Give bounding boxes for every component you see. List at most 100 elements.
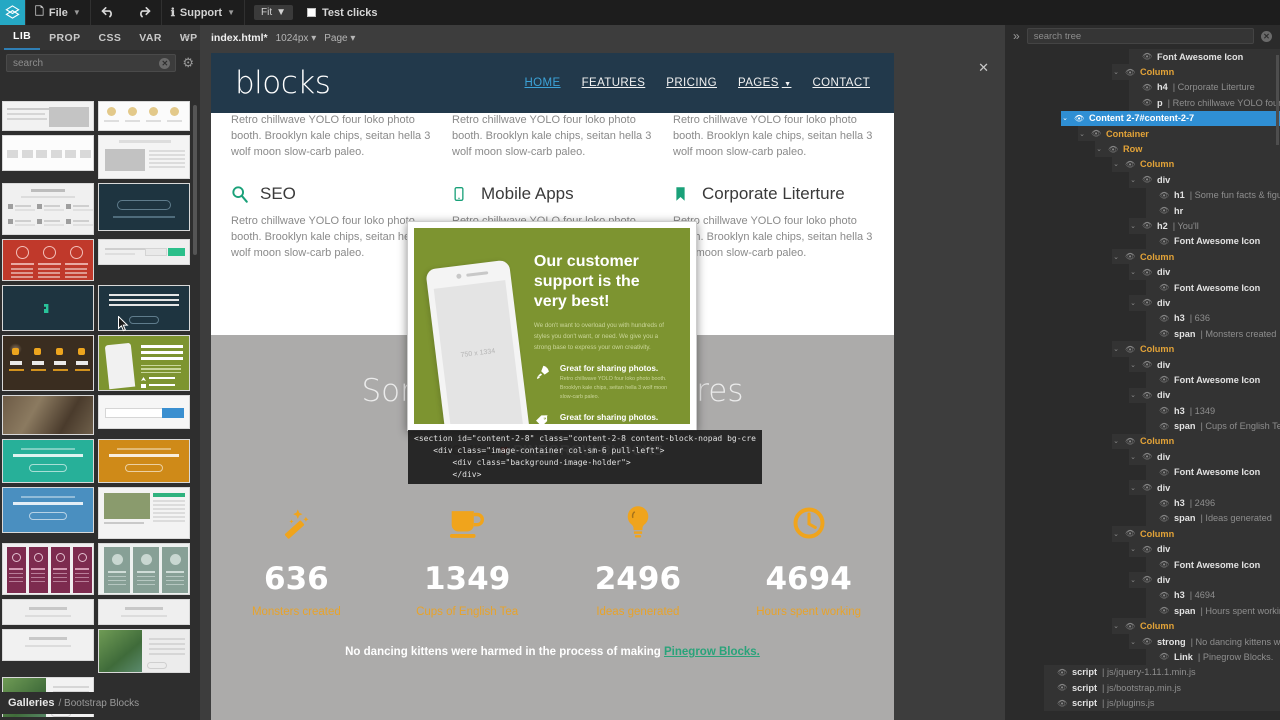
eye-icon[interactable]: 👁 bbox=[1125, 252, 1135, 261]
tree-node[interactable]: ⌄ 👁 div bbox=[1005, 449, 1280, 465]
tree-node[interactable]: 👁 script | js/jquery-1.11.1.min.js bbox=[1005, 664, 1280, 681]
tree-node[interactable]: 👁 Font Awesome Icon bbox=[1005, 372, 1280, 388]
thumbnail-green-customer-support-block[interactable] bbox=[98, 335, 190, 391]
tree-search-input[interactable]: search tree bbox=[1026, 28, 1254, 44]
tree-node[interactable]: ⌄ 👁 div bbox=[1005, 541, 1280, 557]
tree-node[interactable]: 👁 h4 | Corporate Literture bbox=[1005, 79, 1280, 96]
thumbnail-image-text-block[interactable] bbox=[98, 629, 190, 673]
tree-node[interactable]: 👁 Font Awesome Icon bbox=[1005, 233, 1280, 250]
thumbnail-purple-cards-block[interactable] bbox=[2, 543, 94, 595]
chevron-down-icon[interactable]: ⌄ bbox=[1129, 638, 1137, 646]
drag-block-preview[interactable]: 750 x 1334 Our customer support is the v… bbox=[407, 221, 697, 431]
nav-link-home[interactable]: HOME bbox=[524, 77, 560, 89]
tree-node[interactable]: ⌄ 👁 div bbox=[1005, 387, 1280, 403]
tree-node-body[interactable]: 👁 Font Awesome Icon bbox=[1146, 279, 1280, 296]
tree-node-body[interactable]: 👁 h3 | 1349 bbox=[1146, 402, 1280, 419]
tree-node-body[interactable]: 👁 h4 | Corporate Literture bbox=[1129, 79, 1280, 96]
block-thumbnail-list[interactable] bbox=[0, 101, 195, 717]
chevron-down-icon[interactable]: ⌄ bbox=[1112, 345, 1120, 353]
tree-node[interactable]: 👁 span | Monsters created bbox=[1005, 326, 1280, 342]
tree-node[interactable]: 👁 Font Awesome Icon bbox=[1005, 464, 1280, 480]
gear-icon[interactable]: ⚙ bbox=[182, 55, 194, 71]
eye-icon[interactable]: 👁 bbox=[1159, 606, 1169, 615]
tree-node-body[interactable]: ⌄ 👁 Column bbox=[1112, 249, 1280, 265]
chevron-down-icon[interactable]: ⌄ bbox=[1112, 437, 1120, 445]
eye-icon[interactable]: 👁 bbox=[1074, 114, 1084, 123]
eye-icon[interactable]: 👁 bbox=[1159, 237, 1169, 246]
eye-icon[interactable]: 👁 bbox=[1159, 375, 1169, 384]
thumbnail-teal-banner-block[interactable] bbox=[2, 439, 94, 483]
tree-node[interactable]: ⌄ 👁 div bbox=[1005, 479, 1280, 496]
tree-node[interactable]: ⌄ 👁 Column bbox=[1005, 618, 1280, 634]
tree-node[interactable]: 👁 span | Cups of English Tea bbox=[1005, 418, 1280, 434]
tree-node-body[interactable]: 👁 span | Ideas generated bbox=[1146, 510, 1280, 527]
tree-node-body[interactable]: ⌄ 👁 h2 | You'll bbox=[1129, 218, 1280, 234]
close-icon[interactable]: ✕ bbox=[978, 60, 989, 76]
chevron-down-icon[interactable]: ⌄ bbox=[1129, 176, 1137, 184]
eye-icon[interactable]: 👁 bbox=[1142, 391, 1152, 400]
eye-icon[interactable]: 👁 bbox=[1108, 145, 1118, 154]
eye-icon[interactable]: 👁 bbox=[1125, 529, 1135, 538]
eye-icon[interactable]: 👁 bbox=[1142, 575, 1152, 584]
tree-node-body[interactable]: ⌄ 👁 Column bbox=[1112, 341, 1280, 357]
thumbnail-search-bar-block[interactable] bbox=[98, 395, 190, 429]
eye-icon[interactable]: 👁 bbox=[1142, 298, 1152, 307]
eye-icon[interactable]: 👁 bbox=[1057, 668, 1067, 677]
eye-icon[interactable]: 👁 bbox=[1159, 406, 1169, 415]
pinegrow-blocks-link[interactable]: Pinegrow Blocks. bbox=[664, 646, 760, 658]
tree-node[interactable]: 👁 h3 | 4694 bbox=[1005, 587, 1280, 604]
tree-node-body[interactable]: ⌄ 👁 div bbox=[1129, 479, 1280, 496]
tree-node-body[interactable]: ⌄ 👁 Column bbox=[1112, 526, 1280, 542]
thumbnail-orange-banner-block[interactable] bbox=[98, 439, 190, 483]
tree-node-body[interactable]: ⌄ 👁 Row bbox=[1095, 141, 1280, 157]
eye-icon[interactable]: 👁 bbox=[1159, 514, 1169, 523]
tree-node[interactable]: 👁 h1 | Some fun facts & figures bbox=[1005, 187, 1280, 203]
eye-icon[interactable]: 👁 bbox=[1159, 329, 1169, 338]
tree-node-body[interactable]: 👁 script | js/jquery-1.11.1.min.js bbox=[1044, 664, 1280, 681]
chevron-down-icon[interactable]: ⌄ bbox=[1129, 299, 1137, 307]
thumbnail-centered-title-block[interactable] bbox=[2, 599, 94, 625]
tree-node-list[interactable]: 👁 Font Awesome Icon ⌄ 👁 Column 👁 h4 | Corporate… bbox=[1005, 49, 1280, 720]
eye-icon[interactable]: 👁 bbox=[1142, 483, 1152, 492]
tree-node-body[interactable]: 👁 h3 | 636 bbox=[1146, 310, 1280, 327]
tree-node[interactable]: ⌄ 👁 h2 | You'll bbox=[1005, 218, 1280, 234]
eye-icon[interactable]: 👁 bbox=[1125, 437, 1135, 446]
tree-node[interactable]: 👁 span | Ideas generated bbox=[1005, 510, 1280, 527]
chevron-double-left-icon[interactable]: « bbox=[183, 29, 190, 43]
eye-icon[interactable]: 👁 bbox=[1159, 191, 1169, 200]
tree-node-body[interactable]: ⌄ 👁 Column bbox=[1112, 156, 1280, 173]
eye-icon[interactable]: 👁 bbox=[1159, 560, 1169, 569]
thumbnail-text-image-block[interactable] bbox=[2, 101, 94, 131]
zoom-select[interactable]: Fit ▼ bbox=[254, 5, 294, 20]
eye-icon[interactable]: 👁 bbox=[1125, 68, 1135, 77]
tree-node-body[interactable]: 👁 Font Awesome Icon bbox=[1129, 49, 1280, 65]
tree-node[interactable]: ⌄ 👁 Row bbox=[1005, 141, 1280, 157]
thumbnail-quote-block[interactable] bbox=[2, 285, 94, 331]
redo-button[interactable] bbox=[126, 5, 161, 21]
eye-icon[interactable]: 👁 bbox=[1142, 268, 1152, 277]
tree-node-body[interactable]: ⌄ 👁 div bbox=[1129, 572, 1280, 588]
thumbnail-desk-photo-block[interactable] bbox=[2, 395, 94, 435]
tree-node[interactable]: ⌄ 👁 div bbox=[1005, 264, 1280, 280]
chevron-double-right-icon[interactable]: » bbox=[1013, 29, 1020, 43]
tree-node[interactable]: ⌄ 👁 div bbox=[1005, 356, 1280, 373]
tree-node-body[interactable]: 👁 span | Hours spent working bbox=[1146, 603, 1280, 619]
tree-node[interactable]: ⌄ 👁 Column bbox=[1005, 341, 1280, 357]
tree-node-body[interactable]: ⌄ 👁 div bbox=[1129, 541, 1280, 557]
eye-icon[interactable]: 👁 bbox=[1142, 545, 1152, 554]
clear-x-icon[interactable]: ✕ bbox=[159, 57, 171, 69]
tree-node-body[interactable]: 👁 script | js/bootstrap.min.js bbox=[1044, 680, 1280, 696]
tree-node-body[interactable]: 👁 span | Monsters created bbox=[1146, 326, 1280, 342]
nav-link-pricing[interactable]: PRICING bbox=[666, 77, 717, 89]
library-search-input[interactable]: search ✕ bbox=[6, 54, 177, 72]
tree-node-body[interactable]: ⌄ 👁 div bbox=[1129, 172, 1280, 188]
eye-icon[interactable]: 👁 bbox=[1159, 468, 1169, 477]
tree-node-body[interactable]: ⌄ 👁 div bbox=[1129, 356, 1280, 373]
tree-node[interactable]: ⌄ 👁 Column bbox=[1005, 433, 1280, 450]
eye-icon[interactable]: 👁 bbox=[1159, 591, 1169, 600]
library-tab-lib[interactable]: LIB bbox=[4, 30, 41, 50]
chevron-down-icon[interactable]: ⌄ bbox=[1112, 160, 1120, 168]
thumbnail-icon-row-block[interactable] bbox=[98, 101, 190, 131]
tree-node[interactable]: 👁 h3 | 1349 bbox=[1005, 402, 1280, 419]
tree-node-body[interactable]: 👁 Link | Pinegrow Blocks. bbox=[1146, 649, 1280, 665]
